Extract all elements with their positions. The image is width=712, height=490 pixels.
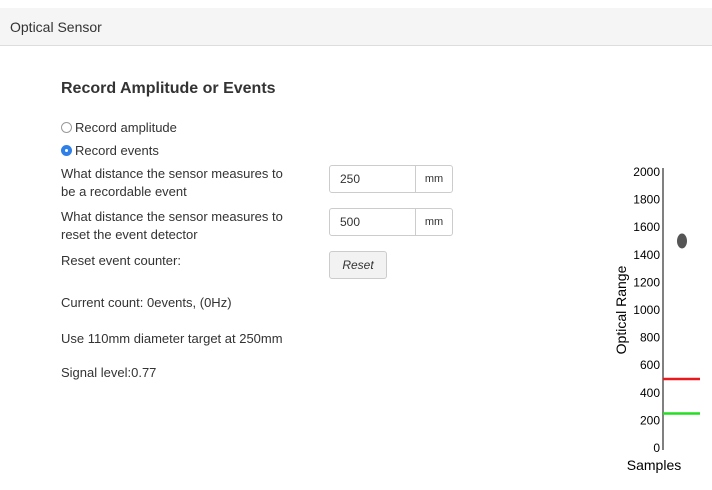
y-tick-label: 400 xyxy=(640,386,660,400)
y-tick-label: 1000 xyxy=(633,303,660,317)
reset-distance-label-line2: reset the event detector xyxy=(61,227,198,242)
signal-marker xyxy=(677,233,687,249)
reset-distance-label: What distance the sensor measures to res… xyxy=(61,208,283,244)
event-distance-label-line2: be a recordable event xyxy=(61,184,187,199)
y-tick-label: 2000 xyxy=(633,165,660,179)
record-events-radio[interactable]: Record events xyxy=(61,142,159,158)
reset-button[interactable]: Reset xyxy=(329,251,387,279)
reset-distance-unit: mm xyxy=(415,209,452,235)
event-distance-label: What distance the sensor measures to be … xyxy=(61,165,283,201)
y-tick-label: 200 xyxy=(640,413,660,427)
radio-circle-icon[interactable] xyxy=(61,121,72,133)
signal-level-text: Signal level:0.77 xyxy=(61,365,157,380)
y-tick-label: 0 xyxy=(653,441,660,455)
reset-distance-input[interactable] xyxy=(330,209,415,235)
current-count-text: Current count: 0events, (0Hz) xyxy=(61,295,232,310)
y-axis-title: Optical Range xyxy=(613,265,629,354)
section-title: Record Amplitude or Events xyxy=(61,80,276,97)
panel-header: Optical Sensor xyxy=(0,8,712,46)
event-distance-input-group: mm xyxy=(329,165,453,193)
y-tick-label: 800 xyxy=(640,331,660,345)
x-axis-title: Samples xyxy=(627,457,681,473)
record-events-label: Record events xyxy=(75,142,159,158)
y-tick-label: 1200 xyxy=(633,275,660,289)
record-amplitude-label: Record amplitude xyxy=(75,119,177,135)
y-tick-label: 1600 xyxy=(633,220,660,234)
y-tick-label: 600 xyxy=(640,358,660,372)
event-distance-unit: mm xyxy=(415,166,452,192)
target-info-text: Use 110mm diameter target at 250mm xyxy=(61,331,283,346)
optical-range-chart-svg: 2000180016001400120010008006004002000Opt… xyxy=(613,165,700,473)
record-amplitude-radio[interactable]: Record amplitude xyxy=(61,119,177,135)
y-tick-label: 1400 xyxy=(633,248,660,262)
event-distance-label-line1: What distance the sensor measures to xyxy=(61,166,283,181)
y-tick-label: 1800 xyxy=(633,193,660,207)
reset-counter-label: Reset event counter: xyxy=(61,253,181,268)
reset-distance-input-group: mm xyxy=(329,208,453,236)
optical-range-chart: 2000 1800 1600 1400 1200 1000 800 600 400 200 0 Opt… xyxy=(600,158,712,485)
event-distance-input[interactable] xyxy=(330,166,415,192)
radio-circle-icon[interactable] xyxy=(61,144,72,156)
reset-distance-label-line1: What distance the sensor measures to xyxy=(61,209,283,224)
panel-title: Optical Sensor xyxy=(10,19,102,35)
